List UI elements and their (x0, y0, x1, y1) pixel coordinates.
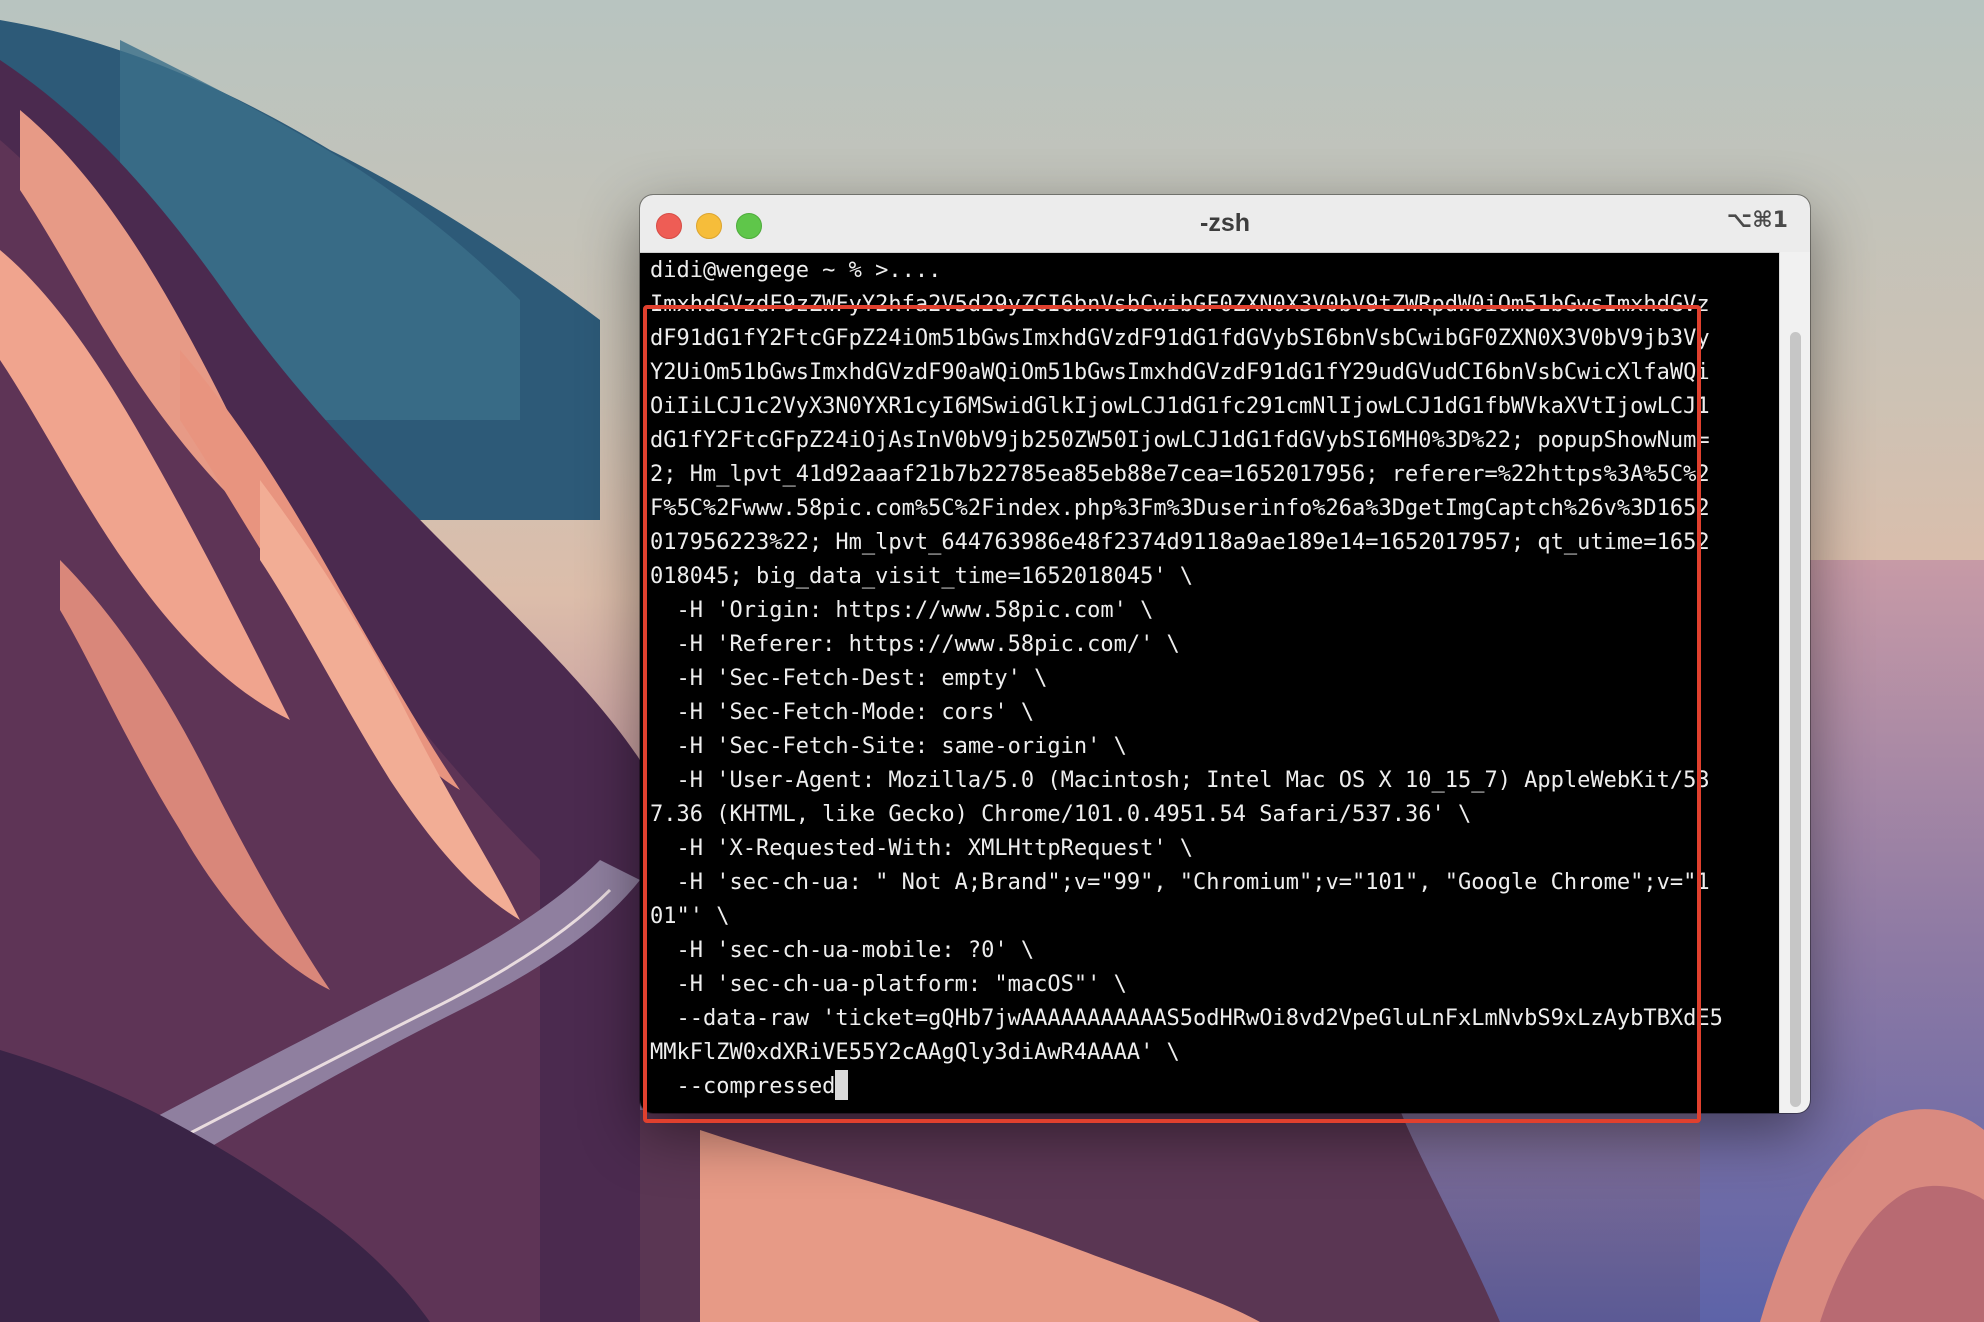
output-line: 017956223%22; Hm_lpvt_644763986e48f2374d… (650, 530, 1710, 555)
output-line: F%5C%2Fwww.58pic.com%5C%2Findex.php%3Fm%… (650, 496, 1710, 521)
output-line: 01"' \ (650, 904, 730, 929)
output-line: -H 'X-Requested-With: XMLHttpRequest' \ (650, 836, 1194, 861)
output-line: 7.36 (KHTML, like Gecko) Chrome/101.0.49… (650, 802, 1472, 827)
scrollbar-thumb[interactable] (1790, 332, 1801, 1107)
terminal-text: didi@wengege ~ % >.... ImxhdGVzdF9zZWFyY2… (650, 254, 1776, 1104)
output-line: --compressed (650, 1070, 1776, 1104)
terminal-output[interactable]: didi@wengege ~ % >.... ImxhdGVzdF9zZWFyY2… (640, 252, 1780, 1113)
output-line: dG1fY2FtcGFpZ24iOjAsInV0bV9jb250ZW50Ijow… (650, 428, 1710, 453)
output-line: -H 'User-Agent: Mozilla/5.0 (Macintosh; … (650, 768, 1710, 793)
window-title: -zsh (1200, 209, 1250, 237)
output-line: OiIiLCJ1c2VyX3N0YXR1cyI6MSwidGlkIjowLCJ1… (650, 394, 1710, 419)
output-line: -H 'Origin: https://www.58pic.com' \ (650, 598, 1154, 623)
output-line: Y2UiOm51bGwsImxhdGVzdF90aWQiOm51bGwsImxh… (650, 360, 1710, 385)
output-line: -H 'Sec-Fetch-Dest: empty' \ (650, 666, 1048, 691)
output-line: -H 'sec-ch-ua-mobile: ?0' \ (650, 938, 1035, 963)
output-line: ImxhdGVzdF9zZWFyY2hfa2V5d29yZCI6bnVsbCwi… (650, 292, 1710, 317)
output-line: 2; Hm_lpvt_41d92aaaf21b7b22785ea85eb88e7… (650, 462, 1710, 487)
window-shortcut: ⌥⌘1 (1726, 208, 1788, 233)
terminal-window[interactable]: -zsh ⌥⌘1 didi@wengege ~ % >.... ImxhdGVzd… (640, 195, 1810, 1113)
output-line: 018045; big_data_visit_time=1652018045' … (650, 564, 1194, 589)
text-cursor (835, 1070, 849, 1100)
vertical-scrollbar[interactable] (1779, 252, 1810, 1113)
window-titlebar[interactable]: -zsh ⌥⌘1 (640, 195, 1810, 253)
output-line: -H 'Sec-Fetch-Site: same-origin' \ (650, 734, 1127, 759)
output-line: --data-raw 'ticket=gQHb7jwAAAAAAAAAAAS5o… (650, 1006, 1723, 1031)
prompt-line: didi@wengege ~ % >.... (650, 258, 942, 283)
output-line: -H 'sec-ch-ua: " Not A;Brand";v="99", "C… (650, 870, 1710, 895)
output-line: MMkFlZW0xdXRiVE55Y2cAAgQly3diAwR4AAAA' \ (650, 1040, 1180, 1065)
output-line: -H 'sec-ch-ua-platform: "macOS"' \ (650, 972, 1127, 997)
output-line: -H 'Referer: https://www.58pic.com/' \ (650, 632, 1180, 657)
output-line: -H 'Sec-Fetch-Mode: cors' \ (650, 700, 1035, 725)
output-line: dF91dG1fY2FtcGFpZ24iOm51bGwsImxhdGVzdF91… (650, 326, 1710, 351)
